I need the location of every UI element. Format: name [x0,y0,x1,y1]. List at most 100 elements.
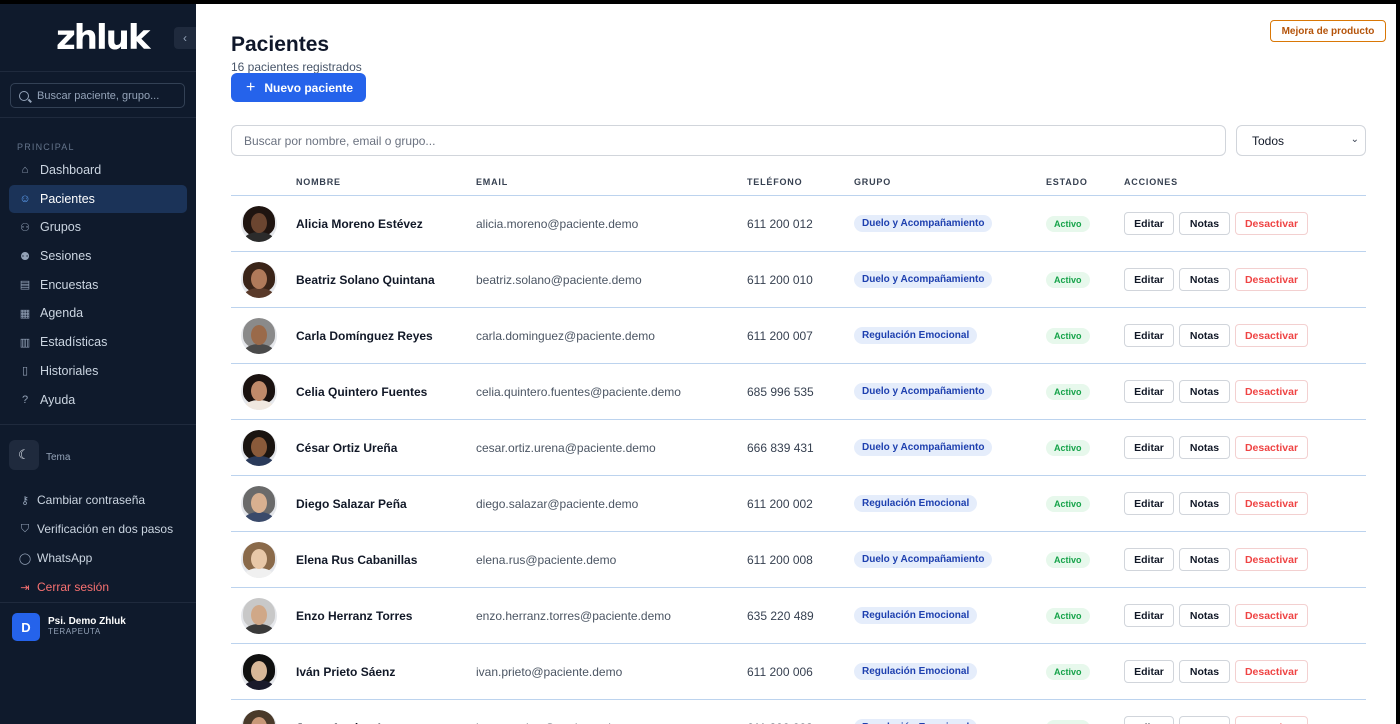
new-patient-button[interactable]: + Nuevo paciente [231,73,366,102]
edit-button[interactable]: Editar [1124,436,1174,459]
notes-button[interactable]: Notas [1179,660,1230,683]
notes-button[interactable]: Notas [1179,604,1230,627]
patient-email: elena.rus@paciente.demo [476,552,617,567]
status-cell: Activo [1046,420,1090,475]
deactivate-button[interactable]: Desactivar [1235,548,1308,571]
table-row[interactable]: Alicia Moreno Estévez alicia.moreno@paci… [231,196,1366,252]
table-row[interactable]: Elena Rus Cabanillas elena.rus@paciente.… [231,532,1366,588]
sidebar-item-historiales[interactable]: ▯ Historiales [9,357,187,385]
status-cell: Activo [1046,364,1090,419]
main-nav: ⌂ Dashboard ☺ Pacientes ⚇ Grupos ⚉ Sesiones … [0,156,196,414]
patient-name[interactable]: Enzo Herranz Torres [296,588,412,643]
status-badge: Activo [1046,719,1090,724]
patient-name[interactable]: Iván Prieto Sáenz [296,644,395,699]
sidebar-item-dashboard[interactable]: ⌂ Dashboard [9,156,187,184]
patient-photo [241,485,277,522]
two-factor-link[interactable]: ⛉ Verificación en dos pasos [19,515,196,544]
patient-email: beatriz.solano@paciente.demo [476,272,642,287]
table-row[interactable]: Celia Quintero Fuentes celia.quintero.fu… [231,364,1366,420]
edit-button[interactable]: Editar [1124,380,1174,403]
avatar: D [12,613,40,641]
sidebar-search-wrap: Buscar paciente, grupo... [0,72,196,118]
patient-phone: 611 200 006 [747,664,813,679]
whatsapp-link[interactable]: ◯ WhatsApp [19,544,196,573]
table-row[interactable]: Jorge Aguirre Lozano jorge.aguirre@pacie… [231,700,1366,724]
actions-cell: Editar Notas Desactivar [1124,700,1313,724]
account-item-label: Cerrar sesión [37,580,110,594]
deactivate-button[interactable]: Desactivar [1235,492,1308,515]
edit-button[interactable]: Editar [1124,660,1174,683]
table-row[interactable]: Beatriz Solano Quintana beatriz.solano@p… [231,252,1366,308]
notes-button[interactable]: Notas [1179,380,1230,403]
user-profile[interactable]: D Psi. Demo Zhluk TERAPEUTA [0,602,196,641]
edit-button[interactable]: Editar [1124,324,1174,347]
product-feedback-button[interactable]: Mejora de producto [1270,20,1386,42]
edit-button[interactable]: Editar [1124,548,1174,571]
sidebar-item-pacientes[interactable]: ☺ Pacientes [9,184,187,213]
patient-name[interactable]: Alicia Moreno Estévez [296,196,423,251]
deactivate-button[interactable]: Desactivar [1235,716,1308,724]
photo-cell [241,196,277,251]
group-badge: Regulación Emocional [854,327,978,344]
sidebar-item-sesiones[interactable]: ⚉ Sesiones [9,242,187,270]
patient-search-input[interactable]: Buscar por nombre, email o grupo... [231,125,1226,156]
patient-name[interactable]: Jorge Aguirre Lozano [296,700,420,724]
patient-name[interactable]: Carla Domínguez Reyes [296,308,433,363]
deactivate-button[interactable]: Desactivar [1235,324,1308,347]
table-row[interactable]: Enzo Herranz Torres enzo.herranz.torres@… [231,588,1366,644]
actions-cell: Editar Notas Desactivar [1124,364,1313,419]
group-cell: Regulación Emocional [854,644,978,699]
patient-name[interactable]: Diego Salazar Peña [296,476,407,531]
status-cell: Activo [1046,644,1090,699]
patient-name[interactable]: Celia Quintero Fuentes [296,364,427,419]
edit-button[interactable]: Editar [1124,716,1174,724]
account-item-label: Verificación en dos pasos [37,522,174,536]
status-filter-select[interactable]: Todos ⌄ [1236,125,1366,156]
table-row[interactable]: César Ortiz Ureña cesar.ortiz.urena@paci… [231,420,1366,476]
status-cell: Activo [1046,196,1090,251]
chevron-left-icon[interactable]: ‹ [174,27,196,49]
patient-name[interactable]: César Ortiz Ureña [296,420,397,475]
edit-button[interactable]: Editar [1124,604,1174,627]
column-header-estado: ESTADO [1046,177,1088,187]
sidebar-item-ayuda[interactable]: ? Ayuda [9,386,187,414]
sidebar-item-estadisticas[interactable]: ▥ Estadísticas [9,328,187,356]
edit-button[interactable]: Editar [1124,212,1174,235]
edit-button[interactable]: Editar [1124,268,1174,291]
column-header-email: EMAIL [476,177,508,187]
sidebar-search-input[interactable]: Buscar paciente, grupo... [10,83,185,108]
sidebar-item-agenda[interactable]: ▦ Agenda [9,299,187,327]
deactivate-button[interactable]: Desactivar [1235,380,1308,403]
deactivate-button[interactable]: Desactivar [1235,268,1308,291]
moon-icon[interactable]: ☾ [9,439,39,470]
search-icon [19,90,29,101]
patient-name[interactable]: Beatriz Solano Quintana [296,252,435,307]
sidebar-item-grupos[interactable]: ⚇ Grupos [9,213,187,241]
notes-button[interactable]: Notas [1179,548,1230,571]
notes-button[interactable]: Notas [1179,324,1230,347]
table-row[interactable]: Carla Domínguez Reyes carla.dominguez@pa… [231,308,1366,364]
deactivate-button[interactable]: Desactivar [1235,436,1308,459]
deactivate-button[interactable]: Desactivar [1235,604,1308,627]
notes-button[interactable]: Notas [1179,212,1230,235]
notes-button[interactable]: Notas [1179,268,1230,291]
group-cell: Regulación Emocional [854,700,978,724]
notes-button[interactable]: Notas [1179,492,1230,515]
table-row[interactable]: Diego Salazar Peña diego.salazar@pacient… [231,476,1366,532]
logout-link[interactable]: ⇥ Cerrar sesión [19,573,196,602]
notes-button[interactable]: Notas [1179,436,1230,459]
deactivate-button[interactable]: Desactivar [1235,212,1308,235]
patient-name[interactable]: Elena Rus Cabanillas [296,532,417,587]
deactivate-button[interactable]: Desactivar [1235,660,1308,683]
group-cell: Duelo y Acompañamiento [854,364,993,419]
patient-email: jorge.aguirre@paciente.demo [476,700,634,724]
edit-button[interactable]: Editar [1124,492,1174,515]
notes-button[interactable]: Notas [1179,716,1230,724]
patient-phone: 611 200 002 [747,496,813,511]
change-password-link[interactable]: ⚷ Cambiar contraseña [19,486,196,515]
group-cell: Duelo y Acompañamiento [854,196,993,251]
app-logo[interactable]: zhluk [56,18,150,58]
sidebar-item-encuestas[interactable]: ▤ Encuestas [9,271,187,299]
photo-cell [241,700,277,724]
table-row[interactable]: Iván Prieto Sáenz ivan.prieto@paciente.d… [231,644,1366,700]
